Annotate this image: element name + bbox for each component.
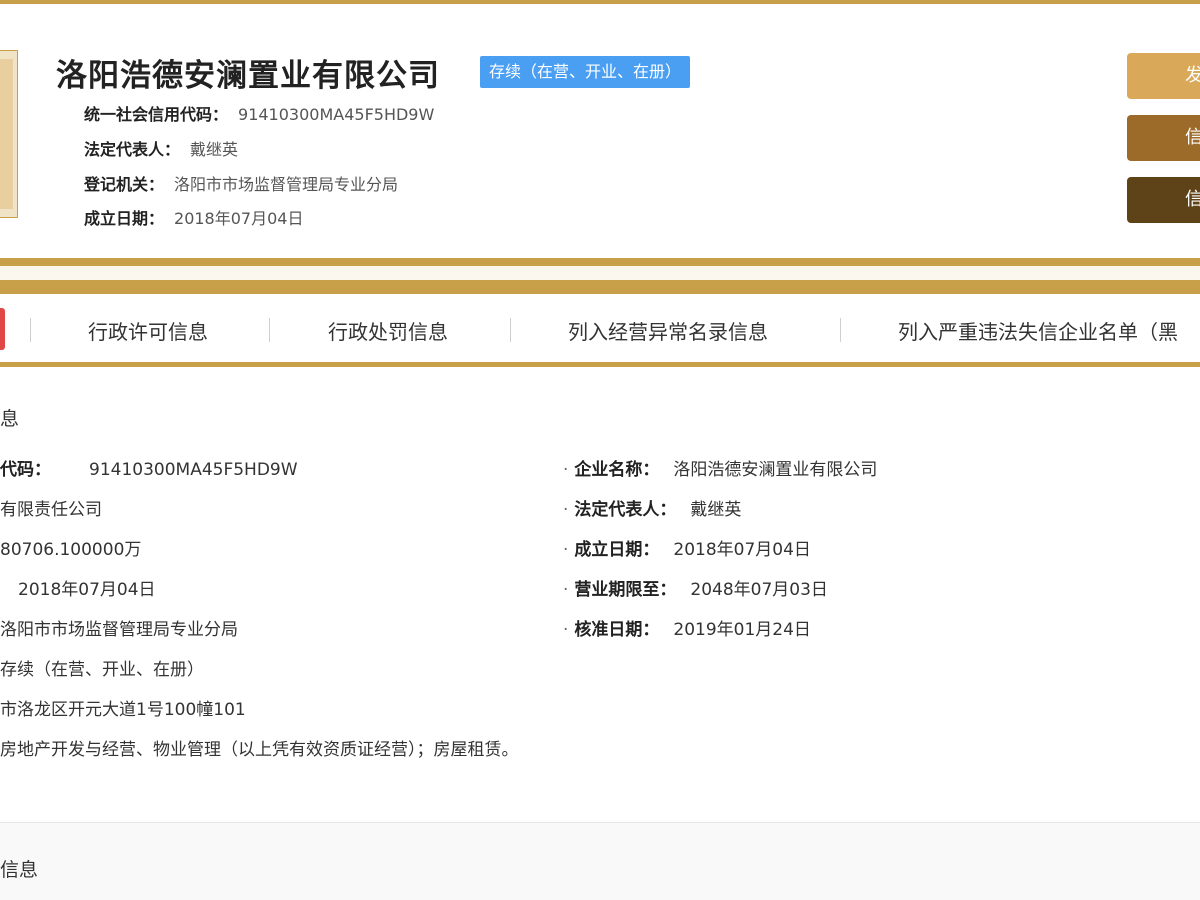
- tab-admin-license[interactable]: 行政许可信息: [88, 316, 208, 345]
- info-value: 戴继英: [690, 500, 742, 520]
- info-row-business-scope: 房地产开发与经营、物业管理（以上凭有效资质证经营）；房屋租赁。: [0, 735, 519, 760]
- top-border: [0, 0, 1200, 4]
- info-value: 2048年07月03日: [690, 580, 828, 600]
- info-row-registration-authority: 洛阳市市场监督管理局专业分局: [0, 615, 238, 640]
- info-label: 核准日期：: [574, 620, 660, 640]
- header-row-label: 统一社会信用代码：: [84, 105, 229, 124]
- info-value: 有限责任公司: [0, 500, 102, 520]
- info-value: 91410300MA45F5HD9W: [89, 460, 298, 480]
- info-value: 80706.100000万: [0, 540, 142, 560]
- info-value: 2019年01月24日: [673, 620, 811, 640]
- info-label: 代码：: [0, 460, 51, 480]
- license-thumbnail-image: [0, 59, 13, 209]
- header-row-value: 2018年07月04日: [174, 209, 304, 228]
- header-row-credit-code: 统一社会信用代码： 91410300MA45F5HD9W: [84, 101, 434, 125]
- info-value: 房地产开发与经营、物业管理（以上凭有效资质证经营）；房屋租赁。: [0, 740, 519, 760]
- info-value: 市洛龙区开元大道1号100幢101: [0, 700, 246, 720]
- info-value: 2018年07月04日: [673, 540, 811, 560]
- header-row-label: 法定代表人：: [84, 140, 181, 159]
- info-row-established-date: 2018年07月04日: [18, 575, 156, 600]
- info-row-approval-date: · 核准日期： 2019年01月24日: [563, 615, 811, 640]
- header-row-value: 戴继英: [190, 140, 239, 159]
- info-row-legal-rep: · 法定代表人： 戴继英: [563, 495, 741, 520]
- side-action-button-2[interactable]: 信: [1127, 115, 1200, 161]
- info-label: 成立日期：: [574, 540, 660, 560]
- header-row-value: 洛阳市市场监督管理局专业分局: [174, 175, 399, 194]
- info-row-company-name: · 企业名称： 洛阳浩德安澜置业有限公司: [563, 455, 877, 480]
- info-label: 企业名称：: [574, 460, 660, 480]
- section-title-next: 信息: [0, 859, 39, 881]
- bullet-dot: ·: [563, 500, 569, 520]
- info-row-credit-code: 代码： 91410300MA45F5HD9W: [0, 455, 298, 480]
- tab-active-indicator[interactable]: [0, 308, 5, 350]
- tab-bar-top-border: [0, 280, 1200, 294]
- next-section-band: [0, 823, 1200, 900]
- info-row-company-type: 有限责任公司: [0, 495, 102, 520]
- header-row-label: 成立日期：: [84, 209, 165, 228]
- tab-separator: [840, 318, 841, 342]
- tab-abnormal-operation[interactable]: 列入经营异常名录信息: [568, 316, 768, 345]
- info-label: 营业期限至：: [574, 580, 677, 600]
- header-row-registration-authority: 登记机关： 洛阳市市场监督管理局专业分局: [84, 171, 398, 195]
- bullet-dot: ·: [563, 580, 569, 600]
- tab-separator: [510, 318, 511, 342]
- header-row-value: 91410300MA45F5HD9W: [238, 105, 435, 124]
- header-row-legal-rep: 法定代表人： 戴继英: [84, 136, 238, 160]
- info-label: 法定代表人：: [574, 500, 677, 520]
- info-row-established: · 成立日期： 2018年07月04日: [563, 535, 811, 560]
- info-row-status: 存续（在营、开业、在册）: [0, 655, 204, 680]
- bullet-dot: ·: [563, 540, 569, 560]
- divider-band-gap: [0, 266, 1200, 280]
- tab-separator: [269, 318, 270, 342]
- info-row-address: 市洛龙区开元大道1号100幢101: [0, 695, 246, 720]
- bullet-dot: ·: [563, 620, 569, 640]
- info-value: 洛阳浩德安澜置业有限公司: [673, 460, 878, 480]
- info-value: 2018年07月04日: [18, 580, 156, 600]
- info-value: 存续（在营、开业、在册）: [0, 660, 204, 680]
- tab-bar-bottom-border: [0, 362, 1200, 367]
- info-row-registered-capital: 80706.100000万: [0, 535, 141, 560]
- info-row-business-term: · 营业期限至： 2048年07月03日: [563, 575, 828, 600]
- side-action-button-3[interactable]: 信: [1127, 177, 1200, 223]
- divider-band: [0, 258, 1200, 266]
- header-row-established-date: 成立日期： 2018年07月04日: [84, 205, 303, 229]
- side-action-button-1[interactable]: 发: [1127, 53, 1200, 99]
- tab-admin-penalty[interactable]: 行政处罚信息: [328, 316, 448, 345]
- license-thumbnail[interactable]: [0, 50, 18, 218]
- tab-serious-violation[interactable]: 列入严重违法失信企业名单（黑: [898, 316, 1178, 345]
- header-row-label: 登记机关：: [84, 175, 165, 194]
- info-value: 洛阳市市场监督管理局专业分局: [0, 620, 238, 640]
- company-name: 洛阳浩德安澜置业有限公司: [56, 58, 440, 94]
- status-badge: 存续（在营、开业、在册）: [480, 56, 691, 88]
- tab-separator: [30, 318, 31, 342]
- section-title-basic-info: 息: [0, 408, 20, 430]
- bullet-dot: ·: [563, 460, 569, 480]
